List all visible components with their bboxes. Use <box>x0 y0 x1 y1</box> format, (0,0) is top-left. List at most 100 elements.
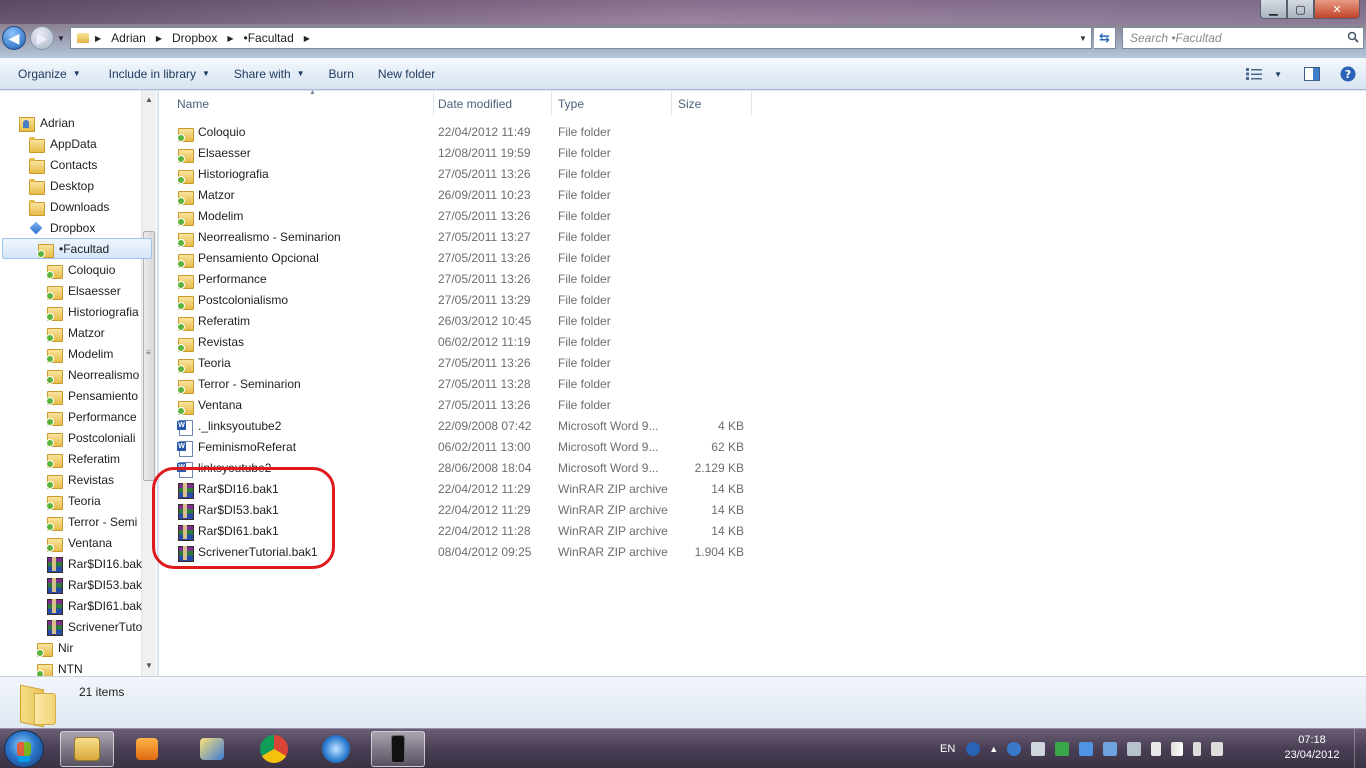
file-row[interactable]: Matzor 26/09/2011 10:23 File folder <box>174 185 754 206</box>
chevron-right-icon[interactable]: ▶ <box>227 34 233 43</box>
help-button[interactable]: ? <box>1340 66 1356 82</box>
file-row[interactable]: Coloquio 22/04/2012 11:49 File folder <box>174 122 754 143</box>
sidebar-item[interactable]: Downloads <box>0 196 146 217</box>
sidebar-item[interactable]: •Facultad <box>2 238 152 259</box>
file-row[interactable]: Revistas 06/02/2012 11:19 File folder <box>174 332 754 353</box>
sidebar-item[interactable]: Desktop <box>0 175 146 196</box>
close-button[interactable]: ✕ <box>1314 0 1360 19</box>
organize-menu[interactable]: Organize ▼ <box>9 58 90 89</box>
column-header-name[interactable]: Name ▲ <box>171 89 434 116</box>
sidebar-item[interactable]: ScrivenerTuto <box>0 616 146 637</box>
file-row[interactable]: Historiografia 27/05/2011 13:26 File folde… <box>174 164 754 185</box>
sidebar-item[interactable]: Teoria <box>0 490 146 511</box>
show-desktop-button[interactable] <box>1354 729 1366 768</box>
file-row[interactable]: ScrivenerTutorial.bak1 08/04/2012 09:25 Wi… <box>174 542 754 563</box>
sidebar-item[interactable]: Rar$DI61.bak <box>0 595 146 616</box>
sidebar-item[interactable]: Rar$DI16.bak <box>0 553 146 574</box>
file-row[interactable]: Terror - Seminarion 27/05/2011 13:28 File … <box>174 374 754 395</box>
sidebar-item[interactable]: Dropbox <box>0 217 146 238</box>
network-share-icon[interactable] <box>1103 742 1118 756</box>
file-row[interactable]: Modelim 27/05/2011 13:26 File folder <box>174 206 754 227</box>
sidebar-item[interactable]: Historiografia <box>0 301 146 322</box>
taskbar-chrome[interactable] <box>247 731 301 767</box>
scroll-down-icon[interactable]: ▼ <box>145 661 153 670</box>
breadcrumb-adrian[interactable]: Adrian <box>109 31 148 45</box>
sidebar-item[interactable]: Matzor <box>0 322 146 343</box>
sync-icon[interactable] <box>1007 742 1022 756</box>
file-row[interactable]: Neorrealismo - Seminarion 27/05/2011 13:2… <box>174 227 754 248</box>
language-indicator[interactable]: EN <box>940 743 955 755</box>
refresh-button[interactable]: ⇆ <box>1094 27 1116 49</box>
sidebar-item[interactable]: Revistas <box>0 469 146 490</box>
recent-pages-dropdown[interactable]: ▼ <box>57 34 65 43</box>
maximize-button[interactable]: ▢ <box>1287 0 1314 19</box>
address-bar[interactable]: ▶ Adrian ▶ Dropbox ▶ •Facultad ▶ ▼ <box>70 27 1092 49</box>
sidebar-item[interactable]: Rar$DI53.bak <box>0 574 146 595</box>
sidebar-item[interactable]: Pensamiento <box>0 385 146 406</box>
file-row[interactable]: ._linksyoutube2 22/09/2008 07:42 Microsoft… <box>174 416 754 437</box>
sidebar-item[interactable]: Modelim <box>0 343 146 364</box>
burn-button[interactable]: Burn <box>320 58 363 89</box>
sidebar-item[interactable]: Nir <box>0 637 146 658</box>
start-button[interactable] <box>4 730 44 768</box>
taskbar-phone[interactable] <box>371 731 425 767</box>
sidebar-item[interactable]: Postcoloniali <box>0 427 146 448</box>
preview-pane-button[interactable] <box>1304 67 1320 81</box>
file-row[interactable]: Ventana 27/05/2011 13:26 File folder <box>174 395 754 416</box>
file-row[interactable]: Elsaesser 12/08/2011 19:59 File folder <box>174 143 754 164</box>
sidebar-item[interactable]: Adrian <box>0 112 146 133</box>
sidebar-item[interactable]: Referatim <box>0 448 146 469</box>
file-row[interactable]: Postcolonialismo 27/05/2011 13:29 File fol… <box>174 290 754 311</box>
file-row[interactable]: Rar$DI53.bak1 22/04/2012 11:29 WinRAR ZIP … <box>174 500 754 521</box>
scroll-up-icon[interactable]: ▲ <box>145 95 153 104</box>
sidebar-item[interactable]: AppData <box>0 133 146 154</box>
taskbar-paint[interactable] <box>185 731 239 767</box>
column-header-type[interactable]: Type <box>552 91 672 116</box>
back-button[interactable]: ◀ <box>2 26 26 50</box>
sidebar-item[interactable]: Performance <box>0 406 146 427</box>
include-in-library-menu[interactable]: Include in library ▼ <box>100 58 219 89</box>
sidebar-item[interactable]: Ventana <box>0 532 146 553</box>
action-center-flag-icon[interactable] <box>1151 742 1162 756</box>
chevron-down-icon[interactable]: ▼ <box>1274 70 1282 79</box>
signal-strength-icon[interactable] <box>1171 742 1184 756</box>
file-row[interactable]: FeminismoReferat 06/02/2011 13:00 Microsof… <box>174 437 754 458</box>
file-row[interactable]: Performance 27/05/2011 13:26 File folder <box>174 269 754 290</box>
column-header-date[interactable]: Date modified <box>432 91 552 116</box>
chevron-right-icon[interactable]: ▶ <box>95 34 101 43</box>
taskbar-itunes[interactable] <box>309 731 363 767</box>
new-folder-button[interactable]: New folder <box>369 58 444 89</box>
share-with-menu[interactable]: Share with ▼ <box>225 58 314 89</box>
battery-icon[interactable] <box>1193 742 1202 756</box>
chevron-up-icon[interactable]: ▲ <box>989 744 998 754</box>
file-row[interactable]: linksyoutube2 28/06/2008 18:04 Microsoft W… <box>174 458 754 479</box>
sidebar-item[interactable]: NTN <box>0 658 146 676</box>
sidebar-item[interactable]: Coloquio <box>0 259 146 280</box>
column-header-size[interactable]: Size <box>672 91 752 116</box>
security-icon[interactable] <box>1055 742 1070 756</box>
taskbar-windows-explorer[interactable] <box>60 731 114 767</box>
file-row[interactable]: Pensamiento Opcional 27/05/2011 13:26 File… <box>174 248 754 269</box>
forward-button[interactable]: ▶ <box>30 26 54 50</box>
sidebar-item[interactable]: Contacts <box>0 154 146 175</box>
sidebar-item[interactable]: Terror - Semi <box>0 511 146 532</box>
help-tray-icon[interactable] <box>966 742 981 756</box>
volume-icon[interactable] <box>1211 742 1224 756</box>
file-row[interactable]: Rar$DI16.bak1 22/04/2012 11:29 WinRAR ZIP … <box>174 479 754 500</box>
change-view-button[interactable]: ▼ <box>1246 68 1282 80</box>
chevron-right-icon[interactable]: ▶ <box>156 34 162 43</box>
sidebar-item[interactable]: Neorrealismo <box>0 364 146 385</box>
breadcrumb-dropbox[interactable]: Dropbox <box>170 31 219 45</box>
search-input[interactable]: Search •Facultad <box>1122 27 1364 49</box>
taskbar-media-player[interactable] <box>120 731 174 767</box>
minimize-button[interactable]: ▁ <box>1260 0 1287 19</box>
search-icon[interactable] <box>1347 31 1359 43</box>
clock[interactable]: 07:18 23/04/2012 <box>1276 733 1348 763</box>
sidebar-item[interactable]: Elsaesser <box>0 280 146 301</box>
dropbox-tray-icon[interactable] <box>1079 742 1094 756</box>
file-row[interactable]: Teoria 27/05/2011 13:26 File folder <box>174 353 754 374</box>
monitor-icon[interactable] <box>1127 742 1142 756</box>
address-dropdown-icon[interactable]: ▼ <box>1075 34 1091 43</box>
drive-icon[interactable] <box>1031 742 1046 756</box>
file-row[interactable]: Rar$DI61.bak1 22/04/2012 11:28 WinRAR ZIP … <box>174 521 754 542</box>
